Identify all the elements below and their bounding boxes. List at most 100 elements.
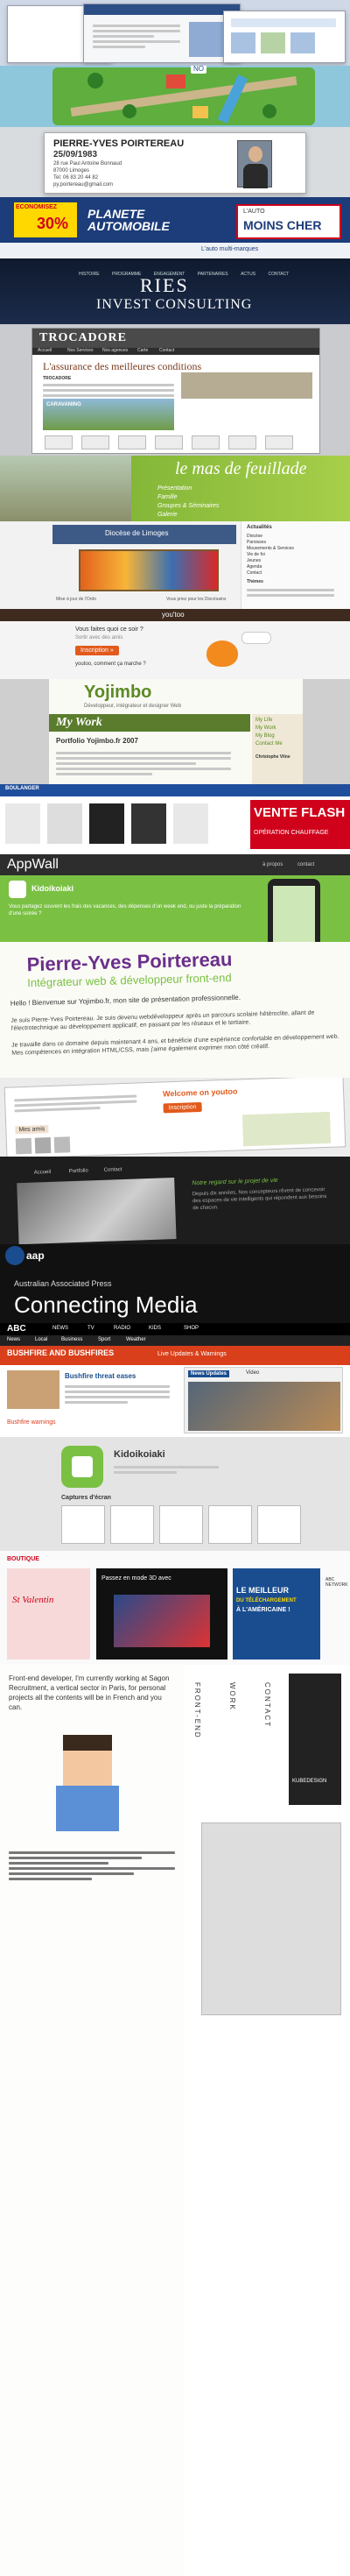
story-title[interactable]: Bushfire threat eases (65, 1372, 136, 1380)
sub-nav-item[interactable]: Sport (98, 1337, 110, 1342)
nav-item[interactable]: NEWS (52, 1326, 68, 1331)
vehicle-thumb[interactable] (192, 435, 220, 449)
footer-left[interactable]: Mise à jour de l'Ordo (56, 597, 96, 602)
product-thumb[interactable] (5, 803, 40, 844)
nav-item[interactable]: Accueil (34, 1170, 52, 1176)
product-thumb[interactable] (89, 803, 124, 844)
topic-label[interactable]: Bushfire warnings (7, 1419, 56, 1426)
nav-item[interactable]: Contact (104, 1167, 122, 1173)
screenshot[interactable] (61, 1505, 105, 1544)
video-thumb[interactable] (188, 1382, 340, 1431)
tile-site-mockup-1[interactable] (0, 0, 350, 66)
nav-item[interactable]: Accueil (38, 348, 52, 353)
friends-tab[interactable]: Mes amis (15, 1125, 49, 1135)
sidebar-item[interactable]: Mouvements & Services (247, 546, 294, 551)
sidebar-item[interactable]: Vie de foi (247, 552, 265, 557)
tile-planete-automobile[interactable]: ECONOMISEZ 30% PLANETE AUTOMOBILE L'AUTO… (0, 197, 350, 258)
menu-item[interactable]: Groupes & Séminaires (158, 503, 219, 509)
tab-video[interactable]: Video (246, 1370, 259, 1376)
nav-item[interactable]: ACTUS (241, 272, 256, 277)
tile-illustrated-map[interactable]: NO (0, 66, 350, 127)
vehicle-thumb[interactable] (81, 435, 109, 449)
side-link[interactable]: My Work (256, 725, 276, 731)
menu-item[interactable]: Famille (158, 494, 178, 500)
tile-appwall[interactable]: AppWall à propos contact Kidoikoiaki Vou… (0, 854, 350, 942)
card-email[interactable]: py.poirtereau@gmail.com (53, 182, 113, 188)
sidebar-item[interactable]: Agenda (247, 564, 262, 570)
sidebar-item[interactable]: Paroisses (247, 540, 266, 545)
alert-banner[interactable]: BUSHFIRE AND BUSHFIRES Live Updates & Wa… (0, 1346, 350, 1365)
screenshot[interactable] (208, 1505, 252, 1544)
vertical-label[interactable]: WORK (228, 1682, 236, 1711)
tile-youtoo[interactable]: you'too Vous faites quoi ce soir ? Sorti… (0, 609, 350, 679)
map-panel[interactable] (242, 1111, 332, 1147)
tile-ries-invest[interactable]: HISTOIRE PROGRAMME ENGAGEMENT PARTENAIRE… (0, 258, 350, 324)
vehicle-thumb[interactable] (45, 435, 73, 449)
story-photo[interactable] (7, 1370, 60, 1409)
vehicle-thumb[interactable] (228, 435, 256, 449)
screenshot[interactable] (257, 1505, 301, 1544)
sub-promo[interactable]: L'auto multi-marques (201, 246, 258, 252)
tile-kidoikoiaki-store[interactable]: Kidoikoiaki Captures d'écran (0, 1437, 350, 1551)
flash-banner[interactable]: VENTE FLASH OPÉRATION CHAUFFAGE (250, 800, 350, 849)
screenshot[interactable] (159, 1505, 203, 1544)
nav-item[interactable]: Nos Services (67, 348, 93, 353)
menu-item[interactable]: Présentation (158, 485, 192, 492)
sidebar-item[interactable]: Diocèse (247, 534, 262, 539)
tab-news-updates[interactable]: News Updates (188, 1370, 230, 1377)
signup-button[interactable]: Inscription (163, 1101, 202, 1114)
tile-trocadore[interactable]: TROCADORE Accueil Nos Services Nos agenc… (0, 324, 350, 456)
app-name[interactable]: Kidoikoiaki (32, 884, 74, 893)
tile-diocese-limoges[interactable]: Diocèse de Limoges Mise à jour de l'Ordo… (0, 521, 350, 609)
side-link[interactable]: My Life (256, 718, 272, 723)
tile-business-card[interactable]: PIERRE-YVES POIRTEREAU 25/09/1983 28 rue… (0, 127, 350, 197)
tile-pierre-yves-intro[interactable]: Pierre-Yves Poirtereau Intégrateur web &… (0, 942, 350, 1078)
nav-item[interactable]: TV (88, 1326, 94, 1331)
footer-right[interactable]: Vous priez pour les Diocèsains (166, 597, 226, 602)
vehicle-thumb[interactable] (155, 435, 183, 449)
nav-about[interactable]: à propos (262, 862, 283, 867)
product-thumb[interactable] (173, 803, 208, 844)
nav-item[interactable]: KIDS (149, 1326, 161, 1331)
sidebar-item[interactable]: Contact (247, 570, 262, 576)
tile-yojimbo-work[interactable]: Yojimbo Développeur, intégrateur et desi… (0, 679, 350, 784)
nav-item[interactable]: CONTACT (268, 272, 289, 277)
tile-front-end-developer[interactable]: Front-end developer, I'm currently worki… (0, 1665, 350, 2576)
vehicle-thumb[interactable] (118, 435, 146, 449)
sidebar-item[interactable]: Jeunes (247, 558, 261, 563)
tile-boulanger[interactable]: BOULANGER VENTE FLASH OPÉRATION CHAUFFAG… (0, 784, 350, 854)
vehicle-thumb[interactable] (265, 435, 293, 449)
tile-boutique[interactable]: BOUTIQUE St Valentin Passez en mode 3D a… (0, 1551, 350, 1665)
vertical-label[interactable]: FRONT-END (193, 1682, 201, 1739)
tile-youtoo-app[interactable]: Welcome on youtoo Inscription Mes amis (0, 1078, 350, 1157)
friend-avatar[interactable] (53, 1136, 71, 1153)
promo-usa[interactable]: LE MEILLEUR DU TÉLÉCHARGEMENT À L'AMÉRIC… (233, 1568, 320, 1660)
nav-item[interactable]: SHOP (184, 1326, 199, 1331)
sub-nav-item[interactable]: News (7, 1337, 20, 1342)
promo-valentine[interactable]: St Valentin (7, 1568, 90, 1660)
vertical-label[interactable]: CONTACT (263, 1682, 271, 1728)
tile-mas-de-feuillade[interactable]: le mas de feuillade Présentation Famille… (0, 456, 350, 521)
nav-item[interactable]: Portfolio (69, 1168, 88, 1174)
promo-3d[interactable]: Passez en mode 3D avec (96, 1568, 228, 1660)
sub-nav-item[interactable]: Local (35, 1337, 47, 1342)
nav-item[interactable]: PARTENAIRES (198, 272, 228, 277)
nav-item[interactable]: HISTOIRE (79, 272, 100, 277)
video-panel[interactable]: News Updates Video (184, 1367, 343, 1433)
sub-nav-item[interactable]: Business (61, 1337, 82, 1342)
app-icon[interactable] (61, 1446, 103, 1488)
tile-architecture[interactable]: Accueil Portfolio Contact Notre regard s… (0, 1157, 350, 1244)
signup-button[interactable]: Inscription » (75, 646, 119, 655)
nav-item[interactable]: Nos agences (102, 348, 128, 353)
nav-item[interactable]: PROGRAMME (112, 272, 141, 277)
nav-item[interactable]: Contact (159, 348, 174, 353)
side-link[interactable]: Contact Me (256, 741, 283, 747)
product-thumb[interactable] (131, 803, 166, 844)
nav-item[interactable]: RADIO (114, 1326, 130, 1331)
friend-avatar[interactable] (34, 1136, 52, 1154)
sub-nav-item[interactable]: Weather (126, 1337, 146, 1342)
tile-aap[interactable]: aap Australian Associated Press Connecti… (0, 1244, 350, 1323)
menu-item[interactable]: Galerie (158, 512, 178, 518)
side-link[interactable]: My Blog (256, 733, 275, 739)
nav-item[interactable]: Carte (137, 348, 148, 353)
